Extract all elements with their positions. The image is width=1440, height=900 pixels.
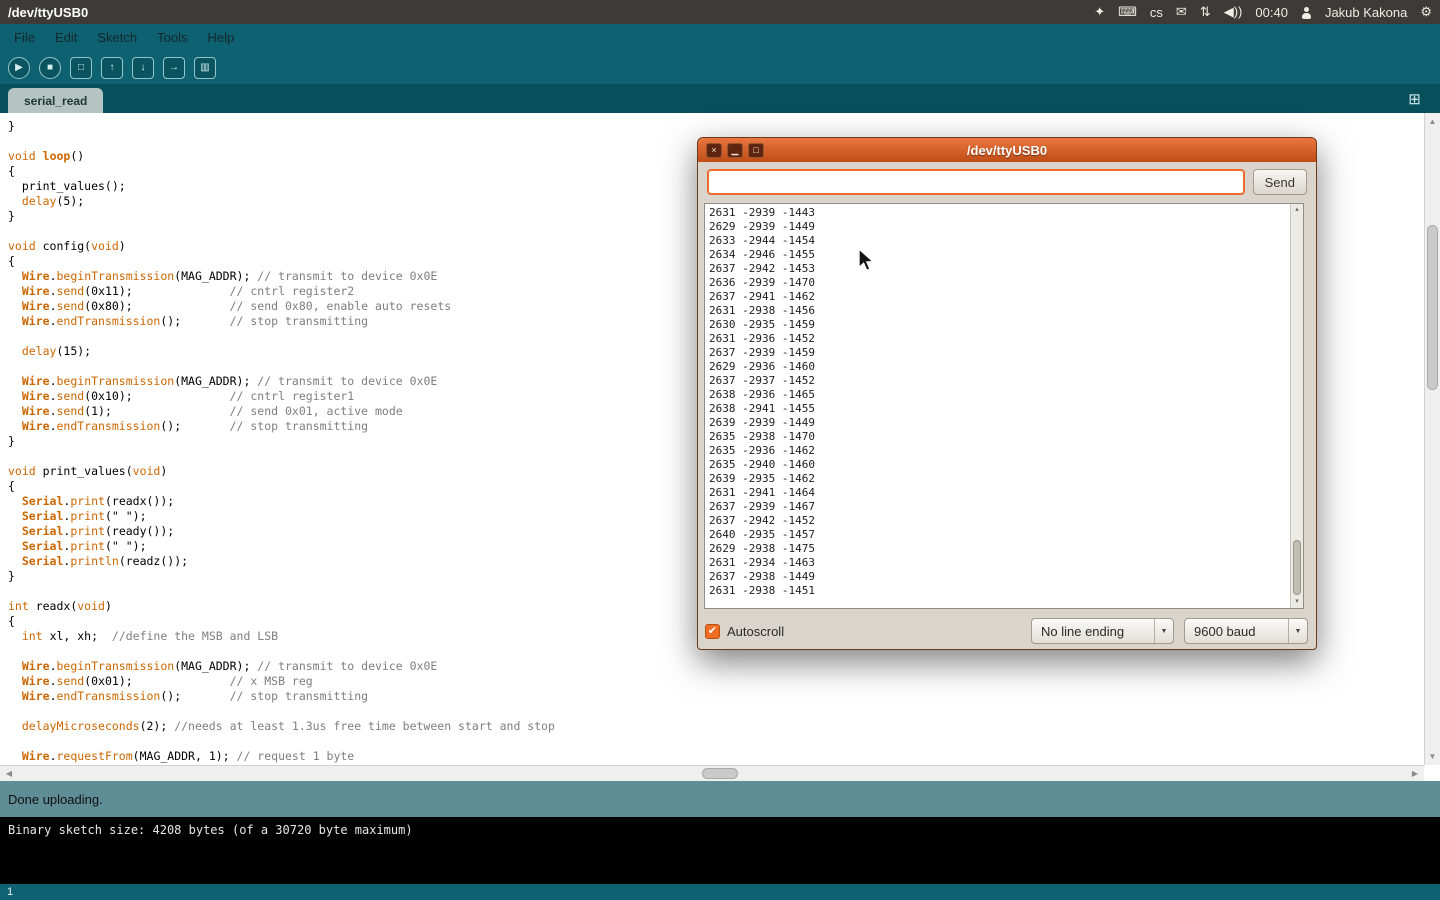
serial-monitor-button[interactable]: ▥ <box>194 57 216 79</box>
keyboard-layout-indicator[interactable]: cs <box>1150 5 1163 20</box>
toolbar: ▶ ■ □ ↑ ↓ → ▥ <box>0 52 1440 84</box>
upload-button[interactable]: → <box>163 57 185 79</box>
volume-icon[interactable]: ◀)) <box>1224 0 1243 24</box>
check-icon: ✔ <box>708 626 717 637</box>
tab-menu-icon[interactable]: ⊞ <box>1405 89 1424 108</box>
serial-output-scrollbar[interactable]: ▴ ▾ <box>1290 204 1303 608</box>
indicator-icon[interactable]: ✦ <box>1094 0 1105 24</box>
editor-horizontal-scrollbar[interactable]: ◀ ▶ <box>0 765 1424 781</box>
tab-serial-read[interactable]: serial_read <box>8 88 103 113</box>
tab-bar: serial_read ⊞ <box>0 84 1440 113</box>
scroll-left-icon[interactable]: ◀ <box>2 766 16 781</box>
menu-item-edit[interactable]: Edit <box>45 24 87 52</box>
minimize-button[interactable]: ▁ <box>727 143 743 158</box>
clock[interactable]: 00:40 <box>1255 5 1288 20</box>
code-line: Wire.send(0x01); // x MSB reg <box>8 674 1424 689</box>
mouse-cursor <box>858 248 876 274</box>
serial-monitor-title: /dev/ttyUSB0 <box>698 143 1316 158</box>
gear-icon[interactable]: ⚙ <box>1420 0 1432 24</box>
serial-output-text: 2631 -2939 -1443 2629 -2939 -1449 2633 -… <box>705 204 1303 600</box>
open-icon: ↑ <box>110 63 115 73</box>
status-message: Done uploading. <box>8 792 103 807</box>
line-number: 1 <box>7 886 13 898</box>
window-title: /dev/ttyUSB0 <box>8 5 88 20</box>
code-line: Wire.requestFrom(MAG_ADDR, 1); // reques… <box>8 749 1424 764</box>
verify-icon: ▶ <box>15 63 23 73</box>
menu-item-sketch[interactable]: Sketch <box>87 24 147 52</box>
editor-vscroll-handle[interactable] <box>1427 225 1438 390</box>
top-panel: /dev/ttyUSB0 ✦ ⌨ cs ✉ ⇅ ◀)) 00:40 Jakub … <box>0 0 1440 24</box>
autoscroll-checkbox[interactable]: ✔ <box>705 624 720 639</box>
panel-indicators: ✦ ⌨ cs ✉ ⇅ ◀)) 00:40 Jakub Kakona ⚙ <box>1094 0 1432 24</box>
network-icon[interactable]: ⇅ <box>1200 0 1211 24</box>
line-ending-value: No line ending <box>1032 624 1133 639</box>
editor-hscroll-handle[interactable] <box>702 768 738 779</box>
menu-item-help[interactable]: Help <box>197 24 244 52</box>
code-line <box>8 734 1424 749</box>
serial-output-area[interactable]: 2631 -2939 -1443 2629 -2939 -1449 2633 -… <box>704 203 1304 609</box>
footer-line-indicator: 1 <box>0 884 1440 900</box>
baud-rate-select[interactable]: 9600 baud ▼ <box>1184 618 1308 644</box>
serial-scroll-handle[interactable] <box>1293 540 1301 595</box>
console-output: Binary sketch size: 4208 bytes (of a 307… <box>0 817 1440 884</box>
menu-item-tools[interactable]: Tools <box>147 24 197 52</box>
serial-monitor-controls: ✔ Autoscroll No line ending ▼ 9600 baud … <box>705 617 1308 645</box>
stop-button[interactable]: ■ <box>39 57 61 79</box>
scroll-down-icon[interactable]: ▾ <box>1291 596 1303 608</box>
open-sketch-button[interactable]: ↑ <box>101 57 123 79</box>
new-sketch-button[interactable]: □ <box>70 57 92 79</box>
autoscroll-label: Autoscroll <box>727 624 784 639</box>
keyboard-icon[interactable]: ⌨ <box>1118 0 1137 24</box>
verify-button[interactable]: ▶ <box>8 57 30 79</box>
new-file-icon: □ <box>78 63 84 73</box>
chevron-down-icon: ▼ <box>1288 619 1307 643</box>
serial-input[interactable] <box>707 169 1245 195</box>
code-line <box>8 704 1424 719</box>
scroll-up-icon[interactable]: ▴ <box>1291 204 1303 216</box>
close-button[interactable]: × <box>706 143 722 158</box>
save-sketch-button[interactable]: ↓ <box>132 57 154 79</box>
chevron-down-icon: ▼ <box>1154 619 1173 643</box>
code-line: } <box>8 119 1424 134</box>
menu-item-file[interactable]: File <box>4 24 45 52</box>
stop-icon: ■ <box>47 63 53 73</box>
scroll-up-icon[interactable]: ▲ <box>1425 115 1440 128</box>
maximize-button[interactable]: □ <box>748 143 764 158</box>
scroll-right-icon[interactable]: ▶ <box>1408 766 1422 781</box>
code-line: delayMicroseconds(2); //needs at least 1… <box>8 719 1424 734</box>
scroll-down-icon[interactable]: ▼ <box>1425 750 1440 763</box>
status-bar: Done uploading. <box>0 781 1440 817</box>
menu-bar: FileEditSketchToolsHelp <box>0 24 1440 52</box>
console-text: Binary sketch size: 4208 bytes (of a 307… <box>8 823 1432 837</box>
screen: /dev/ttyUSB0 ✦ ⌨ cs ✉ ⇅ ◀)) 00:40 Jakub … <box>0 0 1440 900</box>
serial-input-row: Send <box>698 162 1316 202</box>
serial-monitor-titlebar[interactable]: × ▁ □ /dev/ttyUSB0 <box>698 138 1316 162</box>
editor-vertical-scrollbar[interactable]: ▲ ▼ <box>1424 113 1440 765</box>
user-icon <box>1301 6 1312 19</box>
send-button[interactable]: Send <box>1253 169 1307 195</box>
code-line: Wire.beginTransmission(MAG_ADDR); // tra… <box>8 659 1424 674</box>
code-line: Wire.endTransmission(); // stop transmit… <box>8 689 1424 704</box>
baud-rate-value: 9600 baud <box>1185 624 1264 639</box>
mail-icon[interactable]: ✉ <box>1176 0 1187 24</box>
upload-icon: → <box>169 63 179 73</box>
window-controls: × ▁ □ <box>706 143 764 158</box>
line-ending-select[interactable]: No line ending ▼ <box>1031 618 1174 644</box>
user-menu[interactable]: Jakub Kakona <box>1325 5 1407 20</box>
serial-monitor-window: × ▁ □ /dev/ttyUSB0 Send 2631 -2939 -1443… <box>697 137 1317 650</box>
serial-monitor-icon: ▥ <box>200 63 209 73</box>
save-icon: ↓ <box>141 63 146 73</box>
